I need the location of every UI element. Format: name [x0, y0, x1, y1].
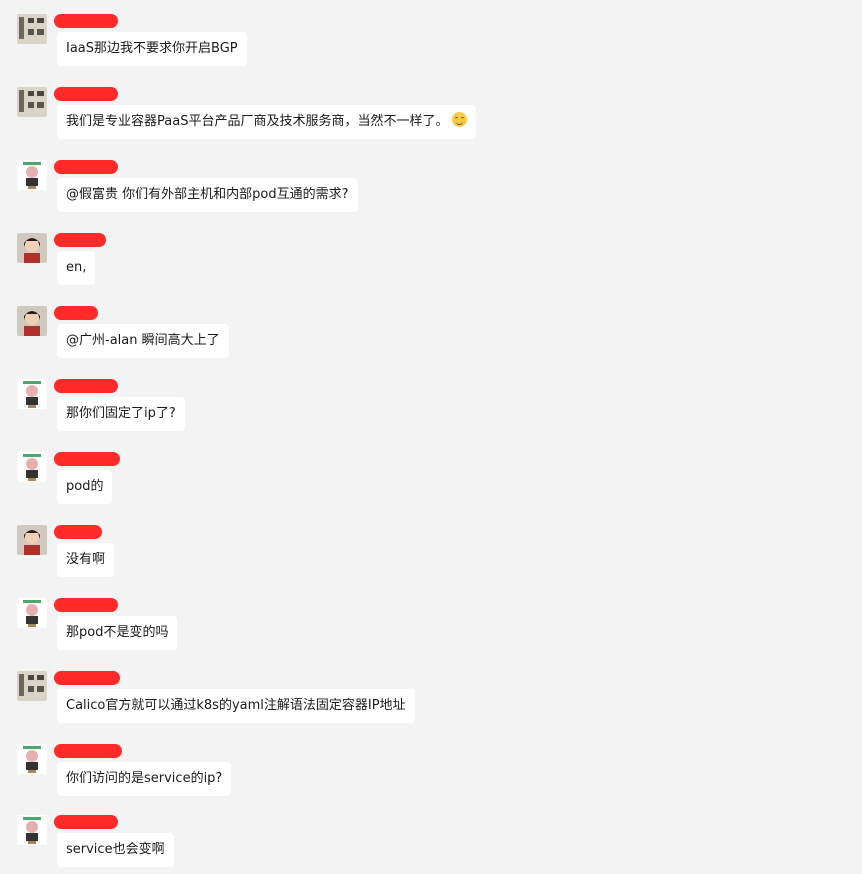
sender-name-redacted: [54, 379, 118, 393]
message-bubble[interactable]: 你们访问的是service的ip?: [57, 762, 232, 796]
message-text: @广州-alan 瞬间高大上了: [66, 333, 220, 348]
sender-name-redacted: [54, 452, 120, 466]
chat-message: @假富贵 你们有外部主机和内部pod互通的需求?: [0, 146, 862, 219]
sender-name-redacted: [54, 744, 122, 758]
avatar[interactable]: [17, 87, 47, 117]
message-text: 你们访问的是service的ip?: [66, 771, 223, 786]
message-text: 没有啊: [66, 552, 106, 567]
sender-name-redacted: [54, 233, 106, 247]
message-bubble[interactable]: Calico官方就可以通过k8s的yaml注解语法固定容器IP地址: [57, 689, 415, 723]
sender-name-redacted: [54, 671, 120, 685]
avatar[interactable]: [17, 815, 47, 845]
message-text: en,: [66, 260, 87, 275]
chat-message: 那你们固定了ip了?: [0, 365, 862, 438]
avatar[interactable]: [17, 671, 47, 701]
message-text: 那pod不是变的吗: [66, 625, 169, 640]
message-bubble[interactable]: 没有啊: [57, 543, 115, 577]
chat-message: IaaS那边我不要求你开启BGP: [0, 0, 862, 73]
sender-name-redacted: [54, 160, 118, 174]
message-bubble[interactable]: service也会变啊: [57, 833, 174, 867]
chat-message: 没有啊: [0, 511, 862, 584]
message-bubble[interactable]: en,: [57, 251, 96, 285]
avatar[interactable]: [17, 598, 47, 628]
avatar[interactable]: [17, 160, 47, 190]
message-text: @假富贵 你们有外部主机和内部pod互通的需求?: [66, 187, 349, 202]
message-bubble[interactable]: 那你们固定了ip了?: [57, 397, 185, 431]
message-bubble[interactable]: 那pod不是变的吗: [57, 616, 178, 650]
message-bubble[interactable]: pod的: [57, 470, 113, 504]
chat-message-list[interactable]: IaaS那边我不要求你开启BGP 我们是专业容器PaaS平台产品厂商及技术服务商…: [0, 0, 862, 874]
message-text: Calico官方就可以通过k8s的yaml注解语法固定容器IP地址: [66, 698, 406, 713]
sender-name-redacted: [54, 14, 118, 28]
avatar[interactable]: [17, 379, 47, 409]
chat-message: en,: [0, 219, 862, 292]
message-bubble[interactable]: 我们是专业容器PaaS平台产品厂商及技术服务商，当然不一样了。: [57, 105, 477, 139]
chat-message: service也会变啊: [0, 801, 862, 874]
sender-name-redacted: [54, 87, 118, 101]
message-bubble[interactable]: @广州-alan 瞬间高大上了: [57, 324, 229, 358]
message-text: pod的: [66, 479, 104, 494]
avatar[interactable]: [17, 306, 47, 336]
avatar[interactable]: [17, 452, 47, 482]
chat-message: 你们访问的是service的ip?: [0, 730, 862, 803]
message-text: IaaS那边我不要求你开启BGP: [66, 41, 238, 56]
message-text: 那你们固定了ip了?: [66, 406, 176, 421]
message-bubble[interactable]: @假富贵 你们有外部主机和内部pod互通的需求?: [57, 178, 358, 212]
smile-emoji-icon: [452, 112, 468, 127]
chat-message: 我们是专业容器PaaS平台产品厂商及技术服务商，当然不一样了。: [0, 73, 862, 146]
avatar[interactable]: [17, 14, 47, 44]
message-bubble[interactable]: IaaS那边我不要求你开启BGP: [57, 32, 247, 66]
chat-message: @广州-alan 瞬间高大上了: [0, 292, 862, 365]
avatar[interactable]: [17, 233, 47, 263]
chat-message: Calico官方就可以通过k8s的yaml注解语法固定容器IP地址: [0, 657, 862, 730]
chat-message: 那pod不是变的吗: [0, 584, 862, 657]
sender-name-redacted: [54, 306, 98, 320]
avatar[interactable]: [17, 525, 47, 555]
message-text: service也会变啊: [66, 842, 165, 857]
sender-name-redacted: [54, 525, 102, 539]
message-text: 我们是专业容器PaaS平台产品厂商及技术服务商，当然不一样了。: [66, 114, 449, 129]
avatar[interactable]: [17, 744, 47, 774]
sender-name-redacted: [54, 598, 118, 612]
sender-name-redacted: [54, 815, 118, 829]
chat-message: pod的: [0, 438, 862, 511]
